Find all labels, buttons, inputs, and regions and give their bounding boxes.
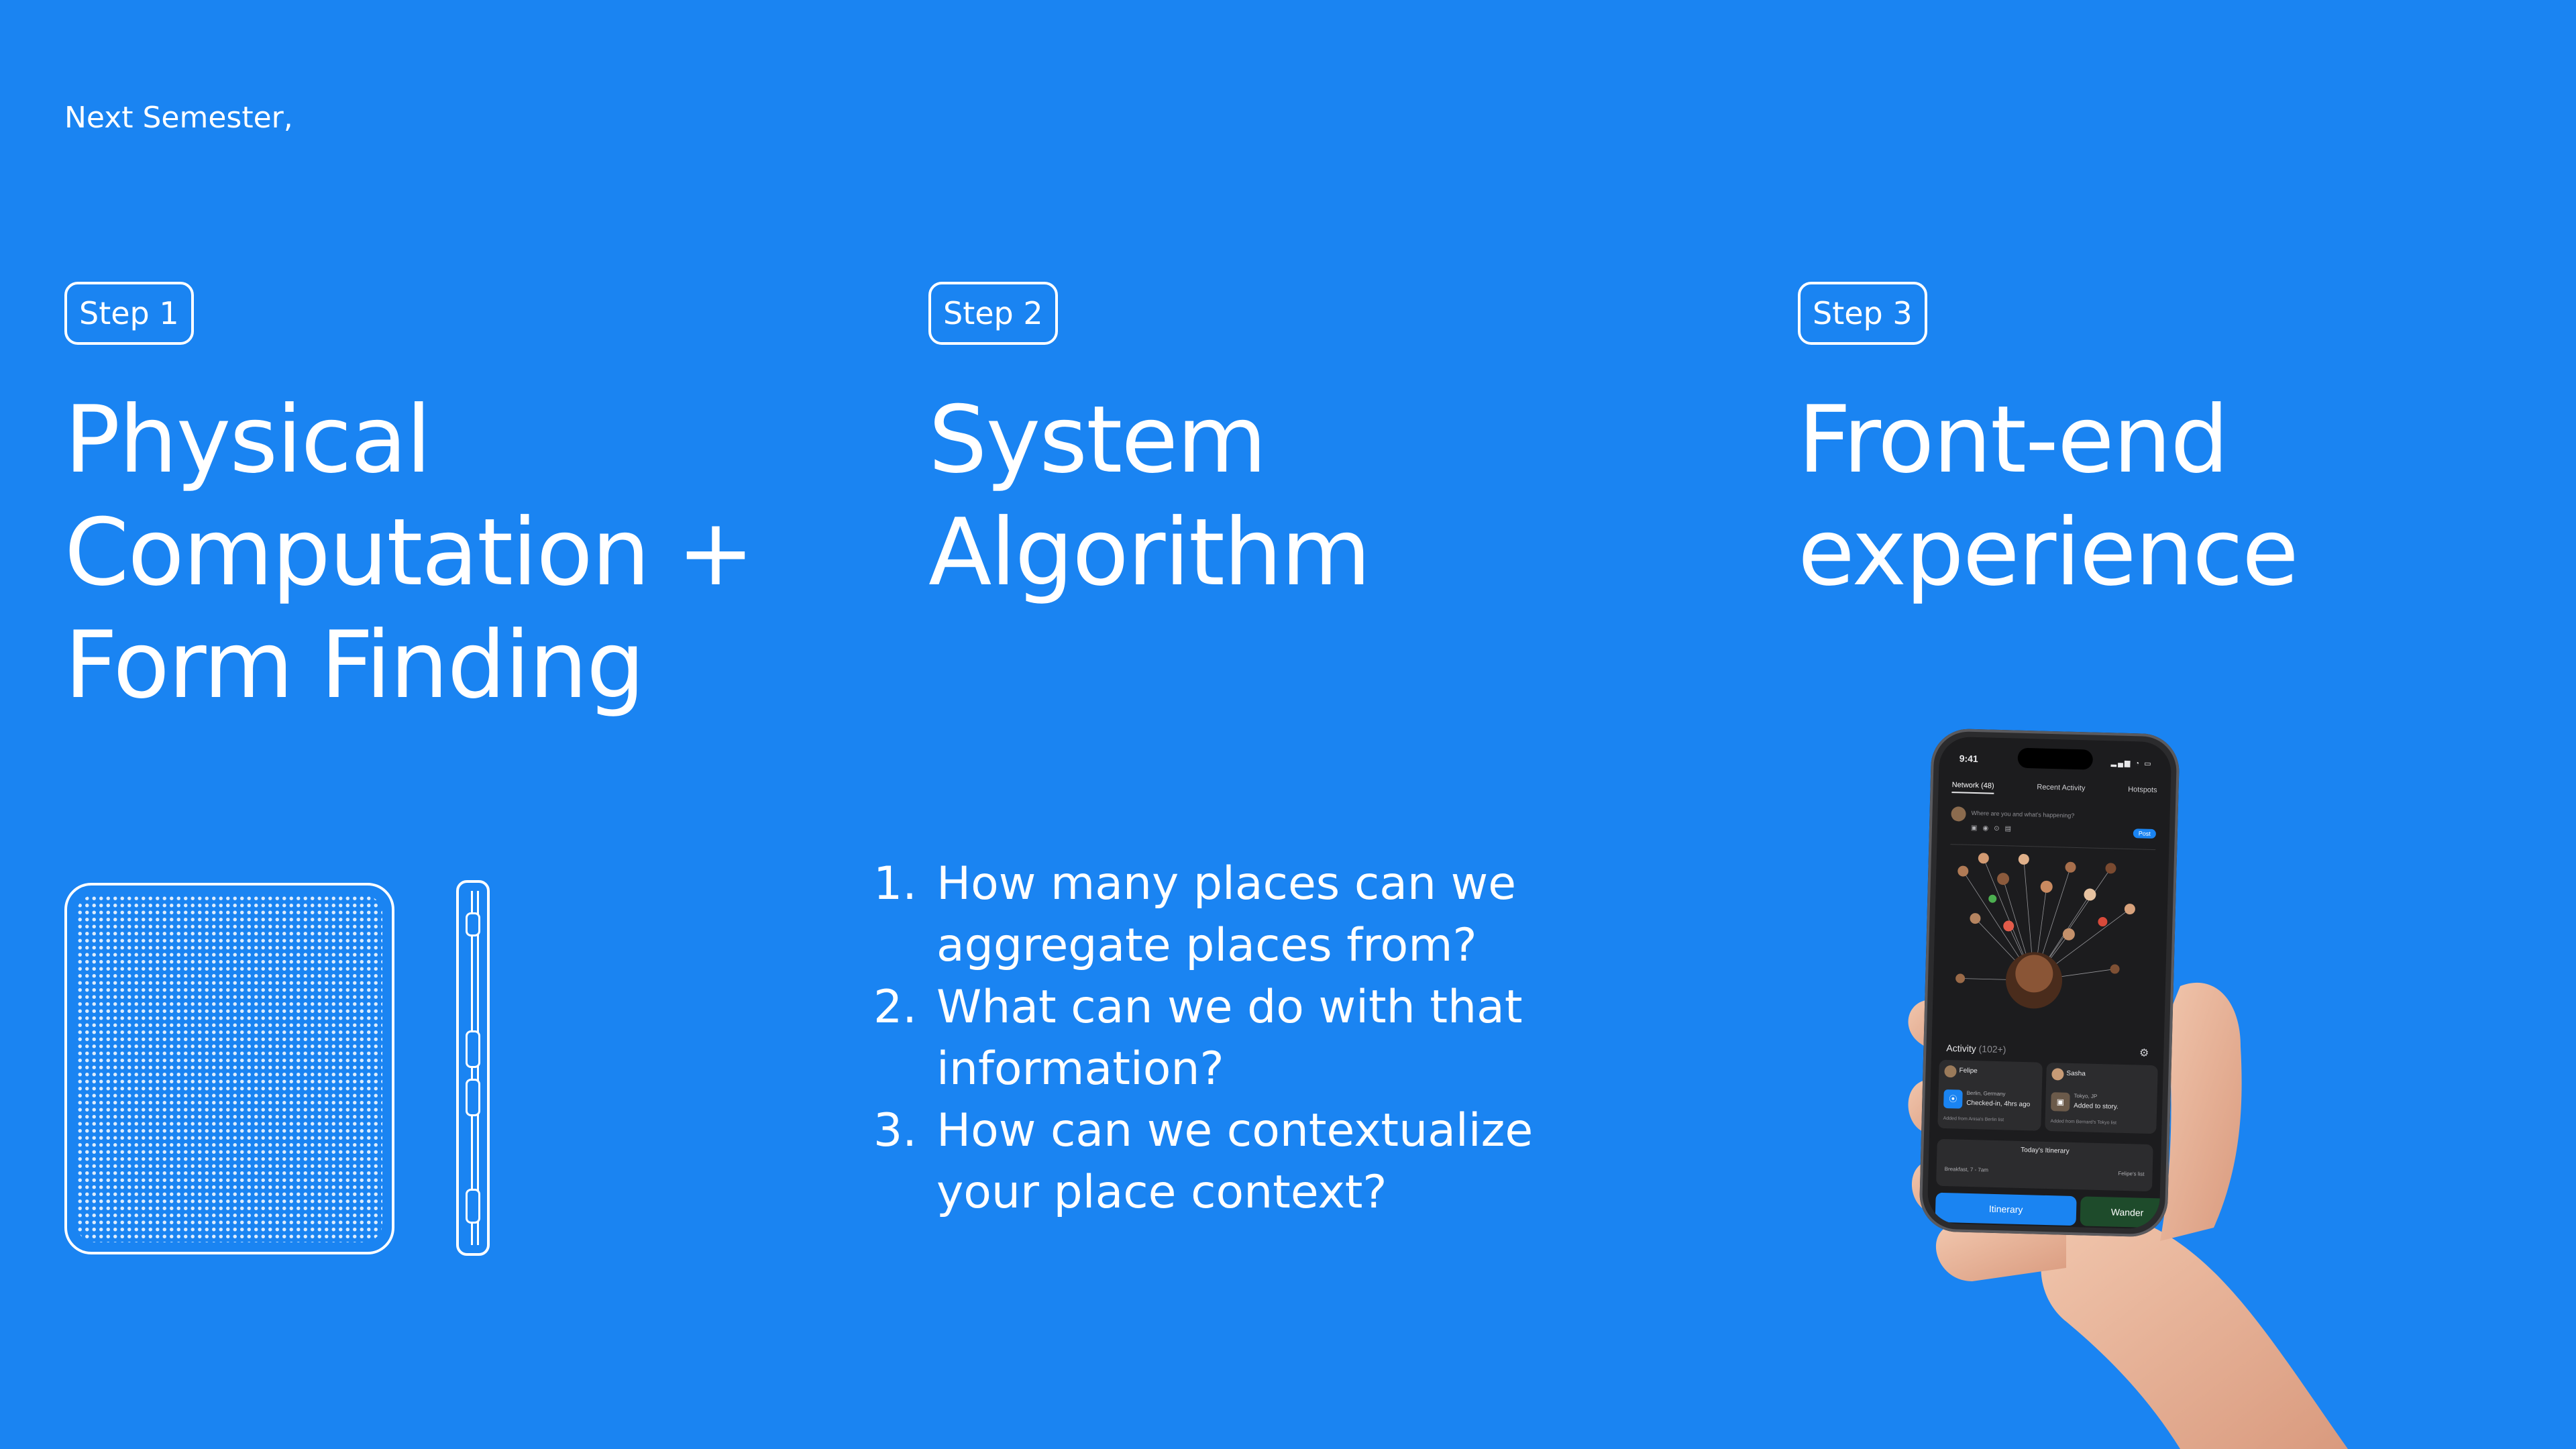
user-avatar [1951,806,1966,822]
itinerary-row-source: Felipe's list [2118,1170,2145,1177]
tab-hotspots[interactable]: Hotspots [2128,786,2157,798]
photo-thumbnail-icon: ▣ [2050,1092,2070,1112]
kicker-text: Next Semester, [64,101,293,135]
side-button-top [466,912,480,936]
device-front-outline [64,883,394,1254]
activity-label: Activity [1946,1042,1976,1055]
wander-button[interactable]: Wander [2080,1196,2172,1228]
step-1-title: Physical Computation + Form Finding [64,386,755,719]
compose-box: Where are you and what's happening? ▣◉⊙▤… [1950,806,2157,851]
questions-list: 1. How many places can we aggregate plac… [873,853,1611,1224]
status-time: 9:41 [1959,753,1978,765]
question-text: What can we do with that information? [936,981,1523,1095]
question-text: How can we contextualize your place cont… [936,1104,1534,1219]
card-status: Checked-in, 4hrs ago [1966,1099,2031,1109]
status-icons: ▂▄▆ ◔ ▭ [2110,759,2153,768]
card-name: Felipe [1959,1067,1978,1075]
itinerary-title: Today's Itinerary [2021,1146,2070,1155]
step-2-badge: Step 2 [928,282,1058,345]
step-3-title: Front-end experience [1798,386,2299,606]
card-footer: Added from Bernard's Tokyo list [2050,1119,2117,1126]
question-item: 1. How many places can we aggregate plac… [873,853,1611,977]
dynamic-island [2017,747,2094,770]
settings-icon[interactable]: ⚙ [2139,1046,2149,1060]
phone-tab-bar: Network (48) Recent Activity Hotspots [1951,781,2157,798]
card-name: Sasha [2066,1069,2086,1078]
phone-screen: 9:41 ▂▄▆ ◔ ▭ Network (48) Recent Activit… [1927,736,2172,1230]
activity-count: (102+) [1978,1043,2006,1055]
avatar [1944,1065,1957,1078]
network-graph [1955,853,2135,1009]
post-button[interactable]: Post [2133,828,2157,839]
tab-recent-activity[interactable]: Recent Activity [2037,783,2085,796]
compose-tools-icon[interactable]: ▣◉⊙▤ [1971,824,2017,833]
step-1-badge: Step 1 [64,282,194,345]
question-item: 2. What can we do with that information? [873,977,1611,1100]
compose-input[interactable]: Where are you and what's happening? [1971,810,2074,819]
card-status: Added to story. [2074,1102,2118,1111]
card-location: Tokyo, JP [2074,1093,2098,1099]
question-item: 3. How can we contextualize your place c… [873,1100,1611,1224]
question-text: How many places can we aggregate places … [936,857,1517,972]
step-2-title: System Algorithm [928,386,1371,606]
activity-card[interactable]: Sasha ▣ Tokyo, JP Added to story. Added … [2045,1062,2158,1134]
device-side-outline [456,880,490,1256]
avatar [2051,1068,2064,1081]
side-button-mid-2 [466,1079,480,1116]
question-number: 2. [873,981,917,1034]
question-number: 3. [873,1104,917,1157]
bottom-action-bar: Itinerary Wander [1935,1192,2172,1229]
itinerary-row: Breakfast, 7 - 7am [1944,1166,1989,1173]
question-number: 1. [873,857,917,910]
location-pin-icon: ⦿ [1943,1089,1963,1109]
itinerary-card[interactable]: Today's Itinerary Breakfast, 7 - 7am Fel… [1936,1138,2153,1192]
card-location: Berlin, Germany [1966,1089,2006,1097]
tab-network[interactable]: Network (48) [1951,781,1994,794]
smartphone: 9:41 ▂▄▆ ◔ ▭ Network (48) Recent Activit… [1919,728,2180,1238]
side-button-bottom [466,1189,480,1224]
card-footer: Added from Anisa's Berlin list [1943,1116,2004,1123]
side-button-mid [466,1030,480,1068]
phone-photo: 9:41 ▂▄▆ ◔ ▭ Network (48) Recent Activit… [1865,728,2375,1449]
speaker-grid-pattern [76,895,382,1242]
itinerary-button[interactable]: Itinerary [1935,1192,2077,1226]
step-3-badge: Step 3 [1798,282,1927,345]
activity-card[interactable]: Felipe ⦿ Berlin, Germany Checked-in, 4hr… [1937,1059,2043,1131]
activity-heading: Activity (102+) [1946,1042,2006,1055]
